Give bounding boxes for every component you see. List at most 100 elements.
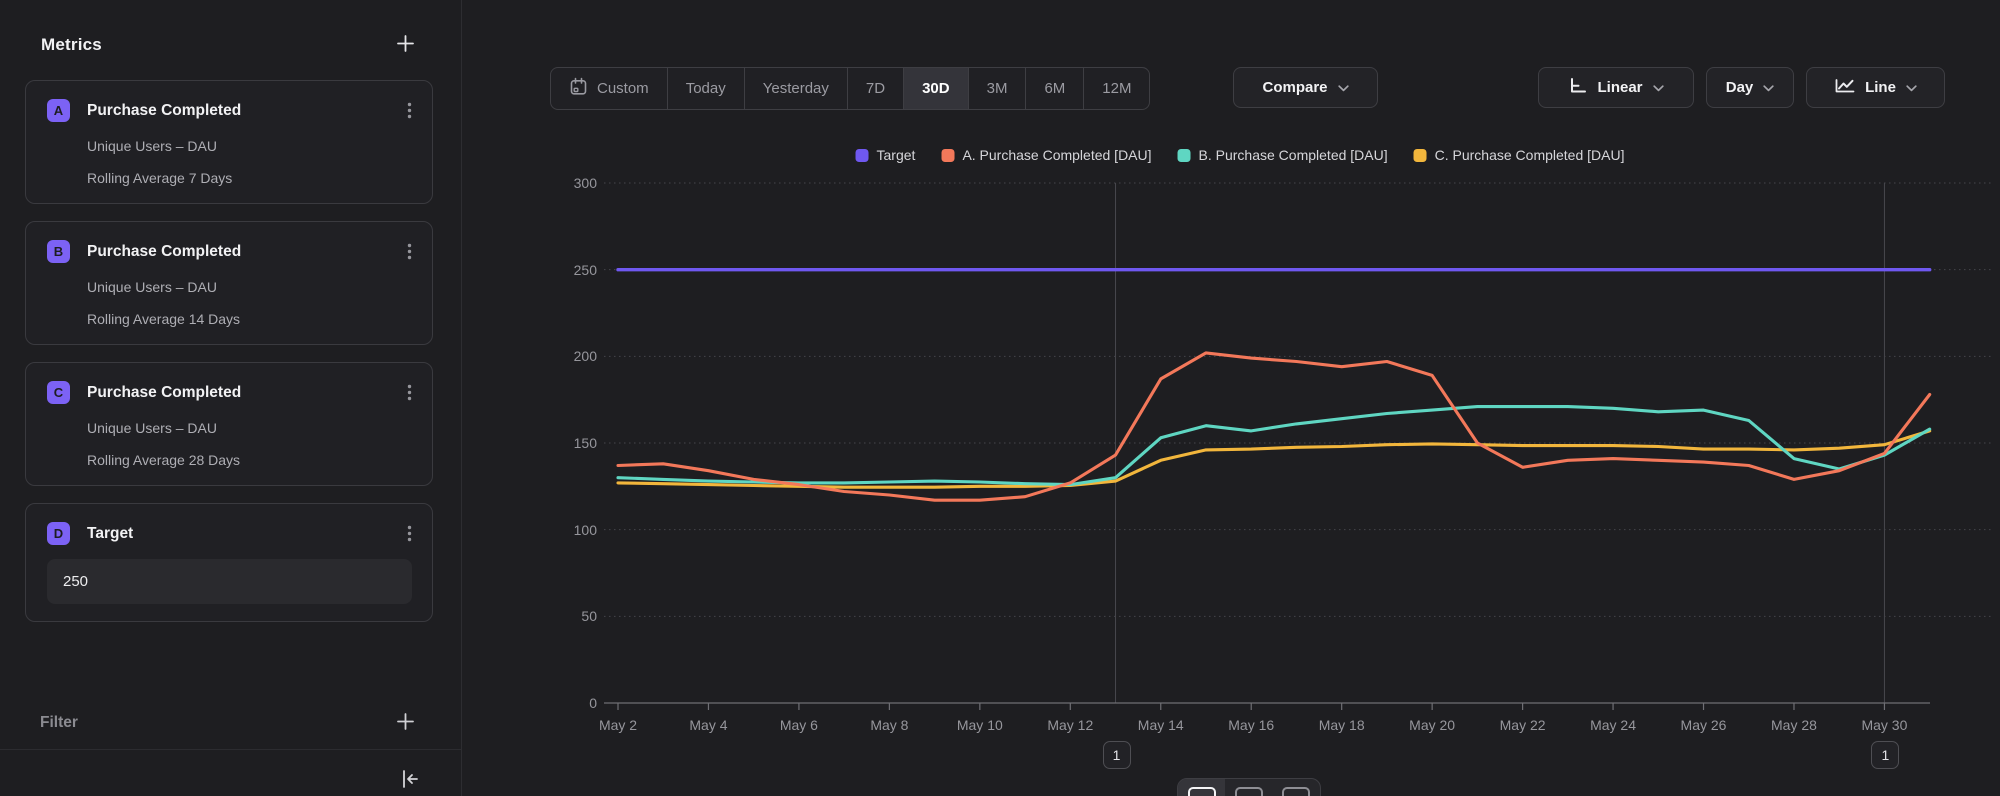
metric-options-button[interactable]: [407, 243, 412, 260]
x-axis-label: May 8: [844, 717, 934, 733]
metric-card-header: B Purchase Completed: [47, 240, 412, 263]
legend-label: A. Purchase Completed [DAU]: [962, 147, 1151, 163]
chart-view-icon: [1188, 787, 1216, 796]
annotation-badge[interactable]: 1: [1871, 741, 1899, 769]
x-axis-label: May 14: [1116, 717, 1206, 733]
metric-letter-badge: A: [47, 99, 70, 122]
chevron-down-icon: [1763, 79, 1774, 96]
series-line-3: [618, 431, 1930, 487]
add-metric-button[interactable]: [396, 34, 415, 56]
series-line-2: [618, 407, 1930, 485]
y-axis-label: 300: [527, 173, 597, 193]
legend-label: Target: [877, 147, 916, 163]
legend-color-chip: [1414, 149, 1427, 162]
metric-card-d[interactable]: D Target: [25, 503, 433, 622]
metric-card-header: D Target: [47, 522, 412, 545]
x-axis-label: May 28: [1749, 717, 1839, 733]
range-12m[interactable]: 12M: [1083, 68, 1149, 109]
metrics-heading: Metrics: [41, 35, 102, 55]
scale-select[interactable]: Linear: [1538, 67, 1694, 108]
metric-card-c[interactable]: CPurchase Completed Unique Users – DAU Rol…: [25, 362, 433, 486]
chevron-down-icon: [1906, 79, 1917, 96]
line-chart-icon: [1834, 78, 1855, 98]
metric-detail: Rolling Average 28 Days: [87, 452, 412, 468]
range-label: 7D: [866, 80, 885, 97]
range-3m[interactable]: 3M: [968, 68, 1026, 109]
annotation-badge[interactable]: 1: [1103, 741, 1131, 769]
legend-item[interactable]: A. Purchase Completed [DAU]: [941, 147, 1151, 163]
range-label: Today: [686, 80, 726, 97]
collapse-sidebar-button[interactable]: [399, 764, 421, 796]
range-label: Custom: [597, 80, 649, 97]
segment-view-icon: [1235, 787, 1263, 796]
metric-card-header: CPurchase Completed: [47, 381, 412, 404]
metric-card-header: A Purchase Completed: [47, 99, 412, 122]
range-label: 12M: [1102, 80, 1131, 97]
x-axis-label: May 12: [1025, 717, 1115, 733]
x-axis-label: May 6: [754, 717, 844, 733]
metric-letter-badge: B: [47, 240, 70, 263]
metric-card-a[interactable]: APurchase CompletedUnique Users – DAURol…: [25, 80, 433, 204]
metric-options-button[interactable]: [407, 384, 412, 401]
kebab-menu-icon: [407, 525, 412, 542]
range-7d[interactable]: 7D: [847, 68, 903, 109]
legend-item[interactable]: Target: [856, 147, 916, 163]
kebab-menu-icon: [407, 243, 412, 260]
metric-title: Purchase Completed: [87, 384, 407, 402]
x-axis-label: May 30: [1839, 717, 1929, 733]
filter-heading: Filter: [40, 714, 78, 732]
x-axis-label: May 16: [1206, 717, 1296, 733]
segment-view-button[interactable]: [1225, 779, 1272, 796]
range-label: 30D: [922, 80, 950, 97]
range-6m[interactable]: 6M: [1025, 68, 1083, 109]
range-custom[interactable]: Custom: [551, 68, 667, 109]
range-yesterday[interactable]: Yesterday: [744, 68, 847, 109]
metric-letter-badge: D: [47, 522, 70, 545]
legend-color-chip: [941, 149, 954, 162]
x-axis-label: May 10: [935, 717, 1025, 733]
y-axis-label: 200: [527, 346, 597, 366]
chart-view-button[interactable]: [1178, 779, 1225, 796]
compare-label: Compare: [1262, 79, 1327, 96]
interval-select[interactable]: Day: [1706, 67, 1794, 108]
metric-detail: Unique Users – DAU: [87, 138, 412, 154]
y-axis-label: 0: [527, 693, 597, 713]
x-axis-label: May 24: [1568, 717, 1658, 733]
metric-options-button[interactable]: [407, 102, 412, 119]
metric-card-list: A Purchase Completed Unique Users – DAU Rol…: [0, 80, 461, 639]
target-value-input[interactable]: [47, 559, 412, 604]
series-line-1: [618, 353, 1930, 500]
sidebar-footer: [0, 750, 461, 796]
x-axis-label: May 26: [1659, 717, 1749, 733]
filter-section-header: Filter: [0, 712, 461, 749]
range-today[interactable]: Today: [667, 68, 744, 109]
metric-options-button[interactable]: [407, 525, 412, 542]
range-label: 3M: [987, 80, 1008, 97]
range-30d[interactable]: 30D: [903, 68, 968, 109]
calendar-icon: [569, 77, 588, 100]
legend-color-chip: [1178, 149, 1191, 162]
metric-title: Purchase Completed: [87, 102, 407, 120]
legend-label: B. Purchase Completed [DAU]: [1199, 147, 1388, 163]
linear-scale-icon: [1568, 77, 1587, 98]
compare-button[interactable]: Compare: [1233, 67, 1378, 108]
legend-item[interactable]: B. Purchase Completed [DAU]: [1178, 147, 1388, 163]
legend-color-chip: [856, 149, 869, 162]
metric-title: Target: [87, 525, 407, 543]
x-axis-label: May 22: [1478, 717, 1568, 733]
table-view-button[interactable]: [1273, 779, 1320, 796]
chart-type-select[interactable]: Line: [1806, 67, 1945, 108]
metric-detail: Unique Users – DAU: [87, 420, 412, 436]
plus-icon: [396, 712, 415, 734]
range-label: 6M: [1044, 80, 1065, 97]
interval-label: Day: [1726, 79, 1754, 96]
metric-card-b[interactable]: BPurchase CompletedUnique Users – DAURol…: [25, 221, 433, 345]
y-axis-label: 150: [527, 433, 597, 453]
legend-label: C. Purchase Completed [DAU]: [1435, 147, 1625, 163]
legend-item[interactable]: C. Purchase Completed [DAU]: [1414, 147, 1625, 163]
metric-title: Purchase Completed: [87, 243, 407, 261]
x-axis-label: May 20: [1387, 717, 1477, 733]
add-filter-button[interactable]: [396, 712, 415, 734]
table-view-icon: [1282, 787, 1310, 796]
view-switcher: [1177, 778, 1321, 796]
